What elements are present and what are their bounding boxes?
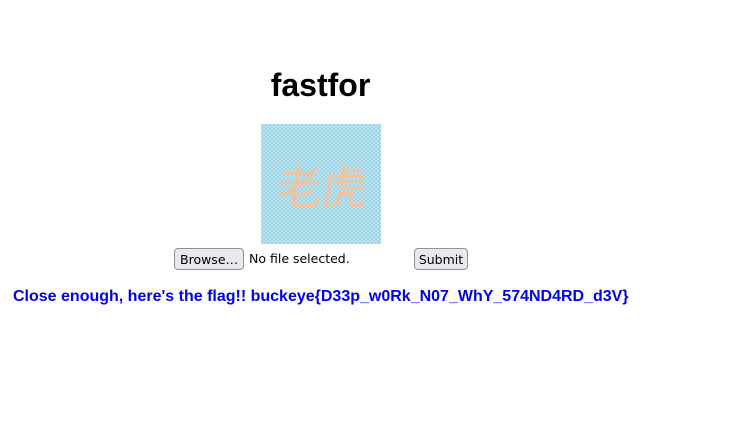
page-title: fastfor — [270, 67, 371, 103]
image-glyph-text: 老虎 — [277, 161, 367, 215]
flag-message: Close enough, here's the flag!! buckeye{… — [13, 288, 629, 305]
file-status-text: No file selected. — [249, 251, 350, 266]
submit-button[interactable]: Submit — [414, 248, 468, 270]
upload-form: Browse… No file selected. Submit — [174, 248, 474, 272]
uploaded-image: 老虎 — [261, 124, 381, 244]
browse-button[interactable]: Browse… — [174, 248, 244, 270]
